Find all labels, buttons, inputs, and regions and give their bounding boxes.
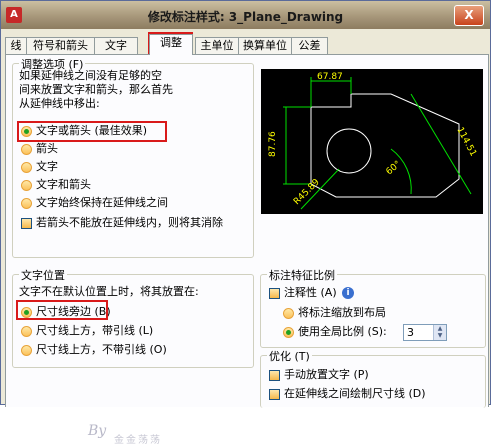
tab-text[interactable]: 文字 [94,37,138,54]
spinner-buttons[interactable]: ▲ ▼ [433,325,446,340]
fit-description-line-3: 从延伸线中移出: [19,97,100,110]
tab-symbols-arrows[interactable]: 符号和箭头 [26,37,95,54]
label-text-and-arrows[interactable]: 文字和箭头 [36,178,91,192]
radio-use-overall-scale[interactable] [283,327,294,338]
fit-options-group: 调整选项 (F) 如果延伸线之间没有足够的空 间来放置文字和箭头，那么首先 从延… [12,56,254,258]
title-bar[interactable]: A 修改标注样式: 3_Plane_Drawing X [1,1,490,29]
hole-circle [326,128,372,174]
label-annotative[interactable]: 注释性 (A) [284,286,337,300]
tab-alternate-units[interactable]: 换算单位 [238,37,292,54]
beside-dim-line-highlight [16,300,108,320]
tab-lines[interactable]: 线 [5,37,27,54]
radio-text-and-arrows[interactable] [21,180,32,191]
preview-drawing: 67.87 87.76 114.51 60° R45.89 [268,72,478,210]
tab-fit[interactable]: 调整 [149,34,193,55]
spinner-up-icon[interactable]: ▲ [434,325,446,332]
watermark-text: By [88,423,107,439]
dialog-title: 修改标注样式: 3_Plane_Drawing [147,10,344,24]
dim-text-angle: 60° [385,159,404,177]
info-icon[interactable]: i [342,287,354,299]
part-outline [310,93,460,198]
best-fit-highlight [17,121,167,142]
label-suppress-arrows[interactable]: 若箭头不能放在延伸线内，则将其消除 [36,216,223,230]
label-scale-to-layout[interactable]: 将标注缩放到布局 [298,306,386,320]
checkbox-manual-placement[interactable] [269,370,280,381]
text-placement-title: 文字位置 [19,267,67,283]
radio-arrows[interactable] [21,144,32,155]
dim-text-left: 87.76 [268,131,278,157]
checkbox-draw-dim-line[interactable] [269,389,280,400]
tab-primary-units[interactable]: 主单位 [195,37,239,54]
label-text[interactable]: 文字 [36,160,58,174]
radio-over-with-leader[interactable] [21,326,32,337]
overall-scale-value[interactable]: 3 [407,326,414,339]
spinner-down-icon[interactable]: ▼ [434,332,446,339]
label-over-without-leader[interactable]: 尺寸线上方，不带引线 (O) [36,343,167,357]
radio-always-keep-text[interactable] [21,198,32,209]
checkbox-suppress-arrows[interactable] [21,218,32,229]
dim-text-top: 67.87 [317,72,343,82]
fit-tab-panel: 调整选项 (F) 如果延伸线之间没有足够的空 间来放置文字和箭头，那么首先 从延… [5,54,489,446]
radio-scale-to-layout[interactable] [283,308,294,319]
label-over-with-leader[interactable]: 尺寸线上方，带引线 (L) [36,324,153,338]
preview-panel: 67.87 87.76 114.51 60° R45.89 [261,69,483,214]
tab-tolerances[interactable]: 公差 [291,37,328,54]
close-button[interactable]: X [454,5,484,26]
text-placement-group: 文字位置 文字不在默认位置上时，将其放置在: 尺寸线旁边 (B) 尺寸线上方，带… [12,267,254,368]
checkbox-annotative[interactable] [269,288,280,299]
radio-over-without-leader[interactable] [21,345,32,356]
label-draw-dim-line[interactable]: 在延伸线之间绘制尺寸线 (D) [284,387,426,401]
label-manual-placement[interactable]: 手动放置文字 (P) [284,368,369,382]
watermark-subtext: 金金荡荡 [114,435,162,446]
radio-text[interactable] [21,162,32,173]
text-placement-description: 文字不在默认位置上时，将其放置在: [19,285,199,298]
scale-group: 标注特征比例 注释性 (A) i 将标注缩放到布局 使用全局比例 (S): 3 … [260,267,486,348]
fine-tuning-group: 优化 (T) 手动放置文字 (P) 在延伸线之间绘制尺寸线 (D) [260,348,486,408]
fit-description-line-2: 间来放置文字和箭头，那么首先 [19,83,173,96]
overall-scale-spinner[interactable]: 3 ▲ ▼ [403,324,447,341]
fit-description-line-1: 如果延伸线之间没有足够的空 [19,69,162,82]
label-use-overall-scale[interactable]: 使用全局比例 (S): [298,325,387,339]
fine-tuning-title: 优化 (T) [267,348,312,364]
label-always-keep-text[interactable]: 文字始终保持在延伸线之间 [36,196,168,210]
dim-text-right: 114.51 [454,126,478,159]
dialog-window: A 修改标注样式: 3_Plane_Drawing X 线 符号和箭头 文字 调… [0,0,491,446]
label-arrows[interactable]: 箭头 [36,142,58,156]
scale-title: 标注特征比例 [267,267,337,283]
